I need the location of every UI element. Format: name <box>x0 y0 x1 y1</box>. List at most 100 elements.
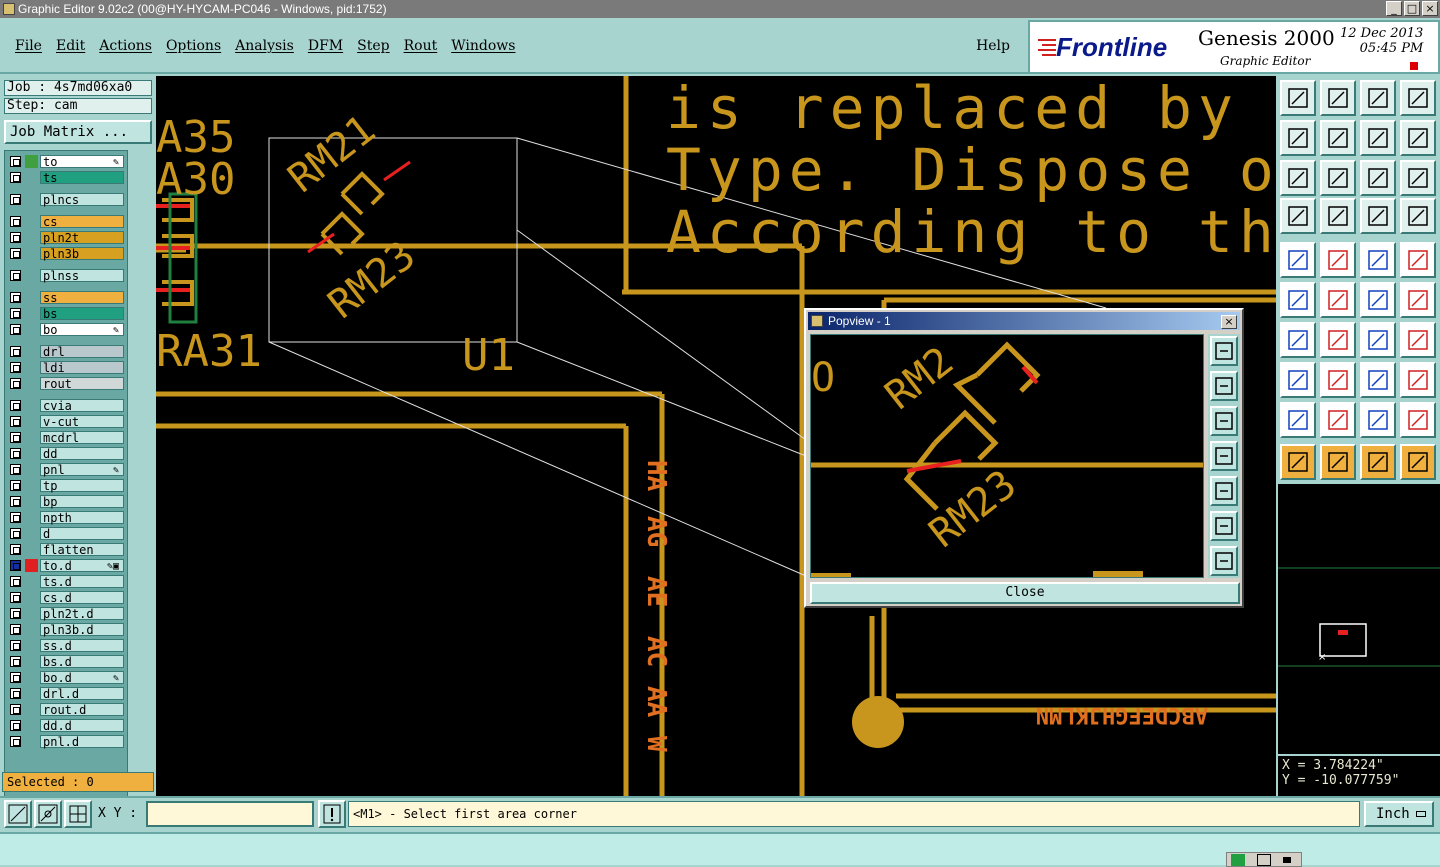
cross-button[interactable] <box>1320 282 1356 318</box>
fit-button[interactable] <box>1280 160 1316 196</box>
layer-checkbox[interactable] <box>10 672 21 683</box>
layer-name[interactable]: bs.d <box>40 655 124 669</box>
layer-row[interactable]: bs.d <box>8 655 126 669</box>
layer-row[interactable]: pln3b <box>8 247 126 261</box>
job-matrix-button[interactable]: Job Matrix ... <box>4 120 152 144</box>
layer-name[interactable]: cs <box>40 215 124 229</box>
layer-name[interactable]: pln3b <box>40 247 124 261</box>
layer-row[interactable]: ss <box>8 291 126 305</box>
layer-name[interactable]: drl.d <box>40 687 124 701</box>
menu-edit[interactable]: Edit <box>56 38 85 54</box>
layer-row[interactable]: to ✎ <box>8 155 126 169</box>
layer-checkbox[interactable] <box>10 640 21 651</box>
layer-checkbox[interactable] <box>10 362 21 373</box>
layer-checkbox[interactable] <box>10 736 21 747</box>
layer-checkbox[interactable] <box>10 216 21 227</box>
layer-checkbox[interactable] <box>10 688 21 699</box>
popview-fit-button[interactable] <box>1210 511 1238 541</box>
menu-help[interactable]: Help <box>976 38 1010 54</box>
layer-name[interactable]: to ✎ <box>40 155 124 169</box>
layer-row[interactable]: d <box>8 527 126 541</box>
layer-checkbox[interactable] <box>10 308 21 319</box>
layer-checkbox[interactable] <box>10 464 21 475</box>
mirror-button[interactable] <box>1400 322 1436 358</box>
one-to-one-button[interactable] <box>1360 160 1396 196</box>
connect-button[interactable] <box>1280 282 1316 318</box>
layer-name[interactable]: pnl.d <box>40 735 124 749</box>
popview-zoom-in-button[interactable] <box>1210 371 1238 401</box>
triangle-c-button[interactable] <box>1360 402 1396 438</box>
layer-name[interactable]: npth <box>40 511 124 525</box>
popview-canvas[interactable]: RM2 RM23 O <box>810 334 1204 578</box>
zoom-in-button[interactable] <box>1320 80 1356 116</box>
layer-row[interactable]: ss.d <box>8 639 126 653</box>
add-line-button[interactable] <box>1360 282 1396 318</box>
layer-checkbox[interactable] <box>10 378 21 389</box>
layer-name[interactable]: drl <box>40 345 124 359</box>
layer-row[interactable]: flatten <box>8 543 126 557</box>
minimize-button[interactable]: _ <box>1386 1 1402 16</box>
layer-row[interactable]: plncs <box>8 193 126 207</box>
popview-zoom-window-button[interactable] <box>1210 336 1238 366</box>
line-draw-button[interactable] <box>1320 242 1356 278</box>
slash-button[interactable] <box>1320 322 1356 358</box>
layer-row[interactable]: cvia <box>8 399 126 413</box>
pad-button[interactable] <box>1400 242 1436 278</box>
menu-analysis[interactable]: Analysis <box>235 38 294 54</box>
layer-row[interactable]: ts <box>8 171 126 185</box>
layer-row[interactable]: cs.d <box>8 591 126 605</box>
layer-checkbox[interactable] <box>10 270 21 281</box>
layer-row[interactable]: npth <box>8 511 126 525</box>
select-poly-button[interactable] <box>1360 444 1396 480</box>
net-button[interactable] <box>1400 444 1436 480</box>
s-tray-icon[interactable] <box>1231 854 1245 866</box>
layer-name[interactable]: ts.d <box>40 575 124 589</box>
layer-name[interactable]: to.d ✎▣ <box>40 559 124 573</box>
layer-row[interactable]: v-cut <box>8 415 126 429</box>
query-button[interactable] <box>1400 160 1436 196</box>
layer-name[interactable]: mcdrl <box>40 431 124 445</box>
layer-row[interactable]: ldi <box>8 361 126 375</box>
layer-checkbox[interactable] <box>10 156 21 167</box>
popview-pan-right-button[interactable] <box>1210 476 1238 506</box>
layer-checkbox[interactable] <box>10 624 21 635</box>
layer-name[interactable]: ss.d <box>40 639 124 653</box>
layer-checkbox[interactable] <box>10 194 21 205</box>
menu-step[interactable]: Step <box>357 38 389 54</box>
layer-name[interactable]: cs.d <box>40 591 124 605</box>
move-button[interactable] <box>1280 242 1316 278</box>
layer-row[interactable]: dd <box>8 447 126 461</box>
measure-dist-button[interactable] <box>1360 362 1396 398</box>
layer-checkbox[interactable] <box>10 248 21 259</box>
redraw-button[interactable] <box>1400 120 1436 156</box>
segment-button[interactable] <box>1320 362 1356 398</box>
popview-close-button[interactable]: Close <box>810 582 1240 604</box>
angle-button[interactable] <box>1280 322 1316 358</box>
layer-row[interactable]: mcdrl <box>8 431 126 445</box>
swap-button[interactable] <box>1360 120 1396 156</box>
layer-checkbox[interactable] <box>10 324 21 335</box>
layer-name[interactable]: pln2t <box>40 231 124 245</box>
layer-checkbox[interactable] <box>10 512 21 523</box>
layer-row[interactable]: dd.d <box>8 719 126 733</box>
node-button[interactable] <box>1280 362 1316 398</box>
popview-center-button[interactable] <box>1210 546 1238 576</box>
triangle-d-button[interactable] <box>1400 402 1436 438</box>
layer-compare-alt-button[interactable] <box>1400 198 1436 234</box>
layer-name[interactable]: dd.d <box>40 719 124 733</box>
popview-zoom-out-button[interactable] <box>1210 406 1238 436</box>
layer-name[interactable]: flatten <box>40 543 124 557</box>
layer-row[interactable]: bp <box>8 495 126 509</box>
layer-checkbox[interactable] <box>10 172 21 183</box>
layer-checkbox[interactable] <box>10 416 21 427</box>
layer-checkbox[interactable] <box>10 544 21 555</box>
layer-checkbox[interactable] <box>10 448 21 459</box>
layer-row[interactable]: cs <box>8 215 126 229</box>
layer-row[interactable]: tp <box>8 479 126 493</box>
layer-checkbox[interactable] <box>10 656 21 667</box>
home-button[interactable] <box>1360 80 1396 116</box>
center-button[interactable] <box>1320 160 1356 196</box>
pan-left-button[interactable] <box>1280 120 1316 156</box>
grid-tool-button[interactable] <box>64 800 92 828</box>
pan-right-button[interactable] <box>1320 120 1356 156</box>
